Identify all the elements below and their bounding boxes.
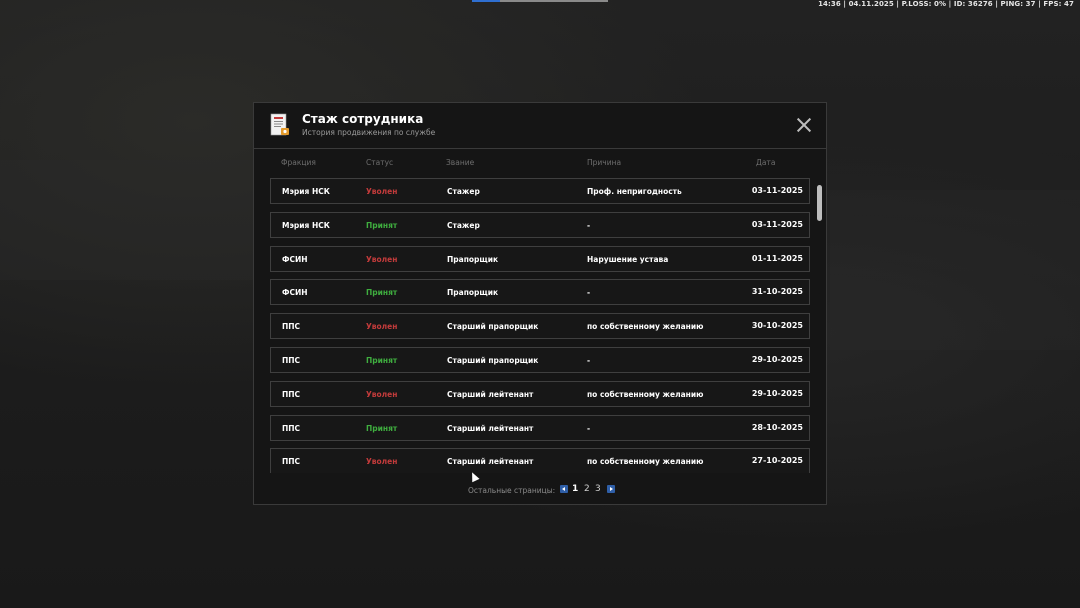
row-date: 31-10-2025 [751, 287, 803, 296]
row-rank: Старший лейтенант [447, 457, 534, 466]
employee-seniority-modal: Стаж сотрудника История продвижения по с… [253, 102, 827, 505]
row-rank: Старший прапорщик [447, 356, 539, 365]
row-status: Принят [366, 288, 398, 297]
row-rank: Прапорщик [447, 255, 499, 264]
row-status: Принят [366, 356, 398, 365]
next-page-icon[interactable] [607, 485, 615, 493]
row-status: Принят [366, 424, 398, 433]
table-row[interactable]: ППС Уволен Старший прапорщик по собственном… [270, 313, 810, 339]
prev-page-icon[interactable] [560, 485, 568, 493]
hud-status-line: 14:36 | 04.11.2025 | P.LOSS: 0% | ID: 36… [818, 0, 1074, 8]
row-date: 03-11-2025 [751, 186, 803, 195]
row-faction: ППС [282, 322, 301, 331]
column-header-date: Дата [756, 158, 776, 167]
scrollbar-thumb[interactable] [817, 185, 822, 221]
row-reason: по собственному желанию [587, 322, 704, 331]
row-status: Уволен [366, 322, 398, 331]
column-header-status: Статус [366, 158, 394, 167]
background-shape [0, 160, 260, 280]
column-header-reason: Причина [587, 158, 622, 167]
row-faction: ППС [282, 424, 301, 433]
row-date: 30-10-2025 [751, 321, 803, 330]
row-reason: по собственному желанию [587, 457, 704, 466]
table-row[interactable]: ФСИН Принят Прапорщик - 31-10-2025 [270, 279, 810, 305]
row-rank: Стажер [447, 221, 480, 230]
row-rank: Старший лейтенант [447, 424, 534, 433]
row-faction: ФСИН [282, 288, 308, 297]
row-date: 27-10-2025 [751, 456, 803, 465]
scrollbar[interactable] [817, 185, 822, 225]
row-reason: - [587, 356, 591, 365]
row-reason: Нарушение устава [587, 255, 669, 264]
history-table[interactable]: Мэрия НСК Уволен Стажер Проф. непригодность… [270, 177, 812, 473]
row-rank: Прапорщик [447, 288, 499, 297]
row-faction: ППС [282, 356, 301, 365]
close-icon[interactable] [796, 117, 812, 133]
row-reason: - [587, 221, 591, 230]
column-header-faction: Фракция [281, 158, 316, 167]
row-reason: по собственному желанию [587, 390, 704, 399]
row-reason: - [587, 424, 591, 433]
row-status: Уволен [366, 187, 398, 196]
row-status: Принят [366, 221, 398, 230]
row-rank: Стажер [447, 187, 480, 196]
column-header-rank: Звание [446, 158, 475, 167]
row-rank: Старший прапорщик [447, 322, 539, 331]
page-1[interactable]: 1 [572, 484, 578, 494]
background-shape [830, 190, 1080, 350]
row-reason: Проф. непригодность [587, 187, 682, 196]
row-faction: ППС [282, 390, 301, 399]
page-2[interactable]: 2 [584, 484, 590, 494]
page-3[interactable]: 3 [595, 484, 601, 494]
table-row[interactable]: Мэрия НСК Принят Стажер - 03-11-2025 [270, 212, 810, 238]
document-certificate-icon [270, 113, 289, 136]
table-row[interactable]: ППС Уволен Старший лейтенант по собственном… [270, 381, 810, 407]
table-row[interactable]: ППС Уволен Старший лейтенант по собственном… [270, 448, 810, 473]
row-date: 01-11-2025 [751, 254, 803, 263]
row-status: Уволен [366, 390, 398, 399]
pagination-label: Остальные страницы: [468, 486, 556, 495]
row-date: 29-10-2025 [751, 355, 803, 364]
table-row[interactable]: Мэрия НСК Уволен Стажер Проф. непригодность… [270, 178, 810, 204]
top-progress-bar [472, 0, 608, 2]
table-row[interactable]: ППС Принят Старший прапорщик - 29-10-2025 [270, 347, 810, 373]
pagination: Остальные страницы: 1 2 3 [254, 484, 826, 496]
row-faction: ППС [282, 457, 301, 466]
row-date: 28-10-2025 [751, 423, 803, 432]
row-date: 29-10-2025 [751, 389, 803, 398]
modal-subtitle: История продвижения по службе [302, 128, 436, 137]
table-row[interactable]: ППС Принят Старший лейтенант - 28-10-2025 [270, 415, 810, 441]
row-date: 03-11-2025 [751, 220, 803, 229]
row-faction: ФСИН [282, 255, 308, 264]
table-row[interactable]: ФСИН Уволен Прапорщик Нарушение устава 01-11… [270, 246, 810, 272]
row-status: Уволен [366, 457, 398, 466]
row-faction: Мэрия НСК [282, 187, 330, 196]
modal-title: Стаж сотрудника [302, 112, 424, 126]
row-status: Уволен [366, 255, 398, 264]
modal-header: Стаж сотрудника История продвижения по с… [254, 103, 826, 149]
row-rank: Старший лейтенант [447, 390, 534, 399]
row-faction: Мэрия НСК [282, 221, 330, 230]
row-reason: - [587, 288, 591, 297]
